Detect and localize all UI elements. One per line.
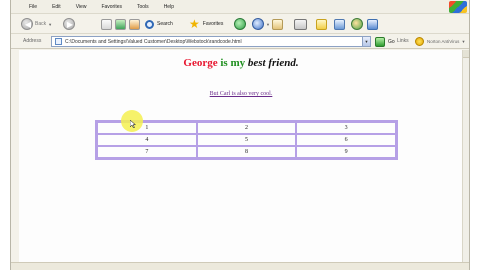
discuss-icon [334,18,345,30]
edit-button[interactable] [316,17,327,31]
stop-button[interactable] [101,17,112,31]
messenger-button[interactable] [351,17,363,31]
carl-link[interactable]: But Carl is also very cool. [19,91,463,97]
history-button[interactable]: ▼ [252,17,270,31]
address-bar: Address C:\Documents and Settings\Valued… [11,34,469,49]
print-button[interactable] [294,17,307,31]
go-arrow-icon [375,36,385,47]
menu-bar: File Edit View Favorites Tools Help [11,0,469,14]
chevron-down-icon[interactable]: ▼ [461,39,465,44]
search-button[interactable]: Search [145,17,173,31]
search-label: Search [157,21,173,27]
browser-window: File Edit View Favorites Tools Help ◀ Ba… [10,0,470,270]
table-row: 7 8 9 [97,146,396,158]
scroll-up-button[interactable] [463,50,469,58]
discuss-button[interactable] [334,17,345,31]
table-row: 4 5 6 [97,134,396,146]
refresh-button[interactable] [115,17,126,31]
table-cell: 3 [296,122,396,134]
status-bar [11,262,469,270]
heading-name: George [183,57,218,69]
media-button[interactable] [234,17,246,31]
search-icon [145,19,154,29]
menu-favorites[interactable]: Favorites [101,4,122,10]
menu-tools[interactable]: Tools [137,4,149,10]
norton-antivirus-button[interactable]: Norton AntiVirus ▼ [415,36,465,47]
media-icon [234,18,246,30]
norton-label: Norton AntiVirus [427,39,460,44]
address-input[interactable]: C:\Documents and Settings\Valued Custome… [51,36,371,47]
page-content: George is my best friend. But Carl is al… [19,50,463,262]
mail-button[interactable] [272,17,283,31]
table-cell: 5 [196,134,297,146]
mouse-cursor-icon [130,120,136,128]
printer-icon [294,18,307,30]
stop-icon [101,18,112,30]
toolbar: ◀ Back ▼ ▶ Search ★ Favorites ▼ [11,14,469,34]
back-arrow-icon: ◀ [21,18,33,30]
edit-icon [316,18,327,30]
mail-icon [272,18,283,30]
home-icon [129,18,140,30]
go-label: Go [388,38,395,45]
table-cell: 2 [196,122,297,134]
menu-help[interactable]: Help [164,4,174,10]
chevron-down-icon[interactable]: ▼ [362,37,370,46]
table-cell: 4 [97,134,197,146]
address-url[interactable]: C:\Documents and Settings\Valued Custome… [65,39,362,45]
table-cell: 9 [296,146,396,158]
forward-arrow-icon: ▶ [63,18,75,30]
home-button[interactable] [129,17,140,31]
table-cell: 6 [296,134,396,146]
page-icon [55,38,62,45]
chevron-down-icon[interactable]: ▼ [266,22,270,27]
table-cell: 8 [196,146,297,158]
table-cell: 7 [97,146,197,158]
norton-icon [415,37,424,46]
go-button[interactable]: Go [375,36,395,47]
favorites-label: Favorites [202,21,224,27]
links-button[interactable]: Links [397,38,409,44]
heading-rest: best friend. [247,57,299,69]
menu-view[interactable]: View [76,4,87,10]
chevron-down-icon[interactable]: ▼ [48,22,52,27]
history-icon [252,18,264,30]
back-label: Back [35,21,47,27]
heading-verb: is my [220,57,246,69]
page-heading: George is my best friend. [19,57,463,69]
vertical-scrollbar[interactable] [462,50,469,262]
refresh-icon [115,18,126,30]
research-icon [367,18,378,30]
windows-logo-icon [449,1,467,13]
favorites-button[interactable]: ★ Favorites [189,17,223,31]
table-cell: 1 [97,122,197,134]
research-button[interactable] [367,17,378,31]
star-icon: ★ [189,17,200,31]
menu-edit[interactable]: Edit [52,4,61,10]
messenger-icon [351,18,363,30]
address-label: Address [23,38,42,44]
menu-file[interactable]: File [29,4,37,10]
back-button[interactable]: ◀ Back ▼ [21,17,52,31]
forward-button[interactable]: ▶ [63,17,75,31]
